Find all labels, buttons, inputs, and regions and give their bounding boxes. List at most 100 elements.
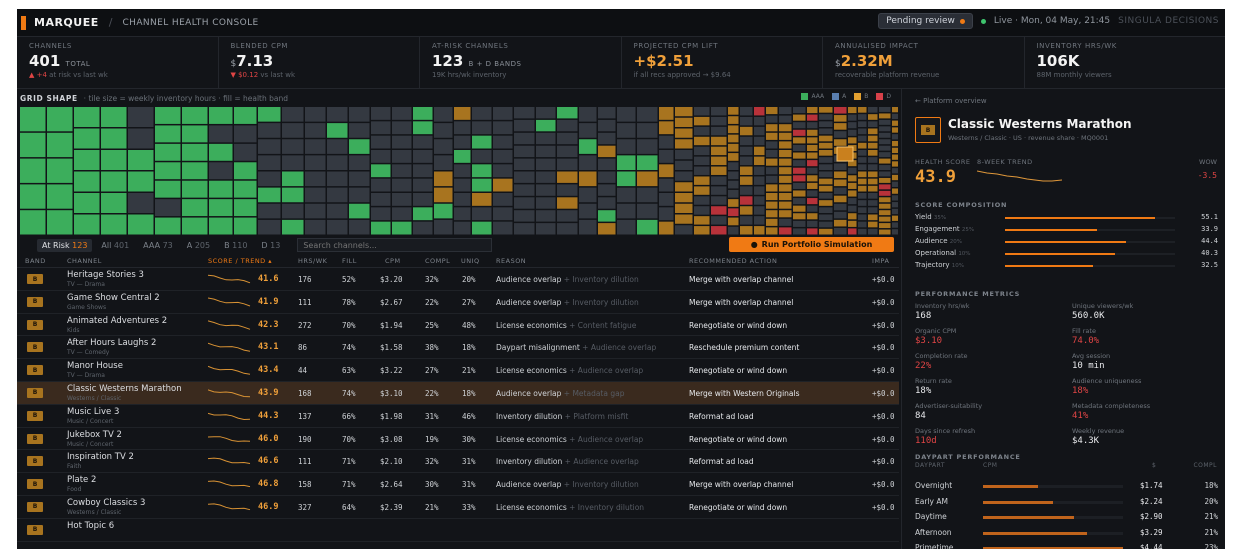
channel-tile[interactable] bbox=[834, 219, 847, 227]
channel-tile[interactable] bbox=[20, 184, 46, 209]
channel-tile[interactable] bbox=[728, 217, 739, 226]
channel-tile[interactable] bbox=[349, 187, 370, 203]
channel-tile[interactable] bbox=[793, 220, 806, 227]
channel-tile[interactable] bbox=[793, 114, 806, 121]
channel-tile[interactable] bbox=[327, 139, 348, 154]
channel-tile[interactable] bbox=[807, 213, 818, 220]
channel-tile[interactable] bbox=[598, 119, 616, 132]
channel-tile[interactable] bbox=[536, 107, 556, 119]
channel-tile[interactable] bbox=[754, 166, 765, 175]
channel-tile[interactable] bbox=[858, 193, 867, 199]
channel-tile[interactable] bbox=[740, 146, 753, 156]
channel-tile[interactable] bbox=[879, 171, 891, 177]
channel-tile[interactable] bbox=[793, 198, 806, 205]
channel-treemap[interactable] bbox=[20, 107, 898, 236]
channel-tile[interactable] bbox=[47, 107, 73, 132]
selected-channel-tile[interactable] bbox=[836, 146, 854, 162]
channel-tile[interactable] bbox=[793, 144, 806, 152]
channel-tile[interactable] bbox=[766, 227, 778, 235]
table-row[interactable]: B Game Show Central 2 Game Shows 41.9 111 78%… bbox=[17, 291, 899, 314]
channel-tile[interactable] bbox=[858, 121, 867, 127]
channel-tile[interactable] bbox=[858, 142, 867, 149]
col-cpm[interactable]: CPM bbox=[385, 257, 401, 265]
channel-tile[interactable] bbox=[493, 193, 513, 206]
channel-tile[interactable] bbox=[793, 175, 806, 182]
channel-tile[interactable] bbox=[392, 150, 412, 163]
search-input[interactable] bbox=[297, 238, 493, 252]
channel-tile[interactable] bbox=[675, 203, 693, 213]
back-link[interactable]: ← Platform overview bbox=[915, 97, 987, 105]
channel-tile[interactable] bbox=[434, 171, 453, 187]
channel-tile[interactable] bbox=[819, 121, 833, 127]
channel-tile[interactable] bbox=[879, 145, 891, 151]
recommended-action[interactable]: Merge with overlap channel bbox=[689, 480, 793, 489]
channel-tile[interactable] bbox=[282, 203, 304, 219]
channel-tile[interactable] bbox=[413, 221, 433, 235]
channel-tile[interactable] bbox=[434, 219, 453, 235]
channel-tile[interactable] bbox=[182, 162, 208, 180]
channel-tile[interactable] bbox=[305, 219, 326, 235]
channel-tile[interactable] bbox=[327, 187, 348, 203]
channel-tile[interactable] bbox=[209, 217, 233, 235]
channel-tile[interactable] bbox=[711, 166, 727, 175]
channel-tile[interactable] bbox=[413, 121, 433, 135]
channel-tile[interactable] bbox=[740, 166, 753, 175]
channel-tile[interactable] bbox=[454, 207, 471, 221]
channel-tile[interactable] bbox=[234, 143, 257, 161]
channel-tile[interactable] bbox=[807, 114, 818, 121]
table-row[interactable]: B Inspiration TV 2 Faith 46.6 111 71% $2.10 32%… bbox=[17, 450, 899, 474]
channel-tile[interactable] bbox=[182, 125, 208, 143]
channel-tile[interactable] bbox=[754, 156, 765, 166]
channel-tile[interactable] bbox=[834, 123, 847, 130]
channel-tile[interactable] bbox=[711, 146, 727, 156]
channel-tile[interactable] bbox=[659, 121, 674, 135]
channel-tile[interactable] bbox=[740, 116, 753, 126]
channel-tile[interactable] bbox=[128, 214, 154, 235]
run-simulation-button[interactable]: ● Run Portfolio Simulation bbox=[729, 237, 894, 252]
channel-tile[interactable] bbox=[659, 178, 674, 192]
channel-tile[interactable] bbox=[74, 150, 100, 170]
channel-tile[interactable] bbox=[472, 221, 492, 235]
channel-tile[interactable] bbox=[637, 139, 658, 154]
channel-tile[interactable] bbox=[754, 226, 765, 235]
channel-tile[interactable] bbox=[258, 139, 281, 154]
channel-tile[interactable] bbox=[659, 207, 674, 221]
channel-tile[interactable] bbox=[514, 119, 535, 132]
channel-tile[interactable] bbox=[766, 184, 778, 192]
channel-tile[interactable] bbox=[598, 145, 616, 158]
channel-tile[interactable] bbox=[617, 107, 636, 122]
channel-tile[interactable] bbox=[514, 107, 535, 119]
channel-tile[interactable] bbox=[74, 171, 100, 192]
channel-tile[interactable] bbox=[819, 114, 833, 120]
channel-tile[interactable] bbox=[282, 171, 304, 187]
channel-tile[interactable] bbox=[793, 129, 806, 136]
channel-tile[interactable] bbox=[819, 193, 833, 199]
channel-tile[interactable] bbox=[557, 158, 578, 170]
channel-tile[interactable] bbox=[848, 205, 857, 212]
channel-tile[interactable] bbox=[740, 126, 753, 136]
table-row[interactable]: B After Hours Laughs 2 TV — Comedy 43.1 86 74… bbox=[17, 336, 899, 360]
channel-tile[interactable] bbox=[807, 228, 818, 235]
channel-tile[interactable] bbox=[694, 186, 710, 195]
channel-tile[interactable] bbox=[454, 221, 471, 235]
channel-tile[interactable] bbox=[155, 180, 181, 198]
channel-tile[interactable] bbox=[47, 184, 73, 209]
channel-tile[interactable] bbox=[892, 154, 898, 160]
channel-tile[interactable] bbox=[514, 158, 535, 170]
col-fill[interactable]: FILL bbox=[342, 257, 357, 265]
channel-tile[interactable] bbox=[807, 144, 818, 152]
channel-tile[interactable] bbox=[766, 158, 778, 166]
channel-tile[interactable] bbox=[879, 216, 891, 222]
channel-tile[interactable] bbox=[766, 193, 778, 201]
channel-tile[interactable] bbox=[617, 139, 636, 154]
channel-tile[interactable] bbox=[454, 121, 471, 135]
channel-tile[interactable] bbox=[371, 221, 391, 235]
channel-tile[interactable] bbox=[74, 214, 100, 235]
channel-tile[interactable] bbox=[879, 229, 891, 235]
channel-tile[interactable] bbox=[807, 198, 818, 205]
channel-tile[interactable] bbox=[807, 152, 818, 159]
channel-tile[interactable] bbox=[349, 139, 370, 154]
channel-tile[interactable] bbox=[848, 107, 857, 114]
channel-tile[interactable] bbox=[47, 210, 73, 235]
channel-tile[interactable] bbox=[858, 200, 867, 206]
